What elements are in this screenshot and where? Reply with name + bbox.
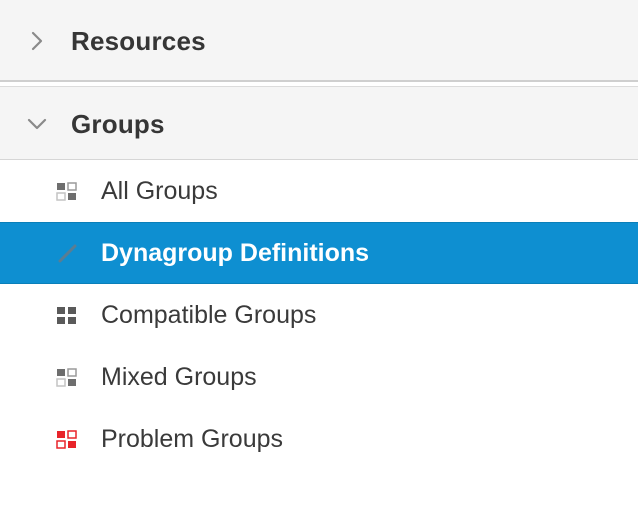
section-header-resources[interactable]: Resources <box>0 0 638 82</box>
nav-label-compatible-groups: Compatible Groups <box>101 300 317 329</box>
group-mixed-icon <box>56 180 78 202</box>
group-problem-icon <box>56 428 78 450</box>
nav-item-dynagroup-definitions[interactable]: Dynagroup Definitions <box>0 222 638 284</box>
chevron-right-icon <box>26 30 48 52</box>
groups-nav-list: All Groups Dynagroup Definitions Compati… <box>0 160 638 470</box>
nav-label-all-groups: All Groups <box>101 176 218 205</box>
nav-item-compatible-groups[interactable]: Compatible Groups <box>0 284 638 346</box>
section-title-groups: Groups <box>71 109 165 139</box>
nav-item-mixed-groups[interactable]: Mixed Groups <box>0 346 638 408</box>
pencil-icon <box>56 242 78 264</box>
group-mixed-icon <box>56 366 78 388</box>
nav-label-problem-groups: Problem Groups <box>101 424 284 453</box>
nav-label-dynagroup-definitions: Dynagroup Definitions <box>101 238 370 267</box>
navigation-panel: Resources Groups All Groups Dynagroup De… <box>0 0 638 522</box>
nav-label-mixed-groups: Mixed Groups <box>101 362 257 391</box>
nav-item-problem-groups[interactable]: Problem Groups <box>0 408 638 470</box>
chevron-down-icon <box>26 113 48 135</box>
section-title-resources: Resources <box>71 26 206 56</box>
section-header-groups[interactable]: Groups <box>0 86 638 160</box>
nav-item-all-groups[interactable]: All Groups <box>0 160 638 222</box>
group-compatible-icon <box>56 304 78 326</box>
